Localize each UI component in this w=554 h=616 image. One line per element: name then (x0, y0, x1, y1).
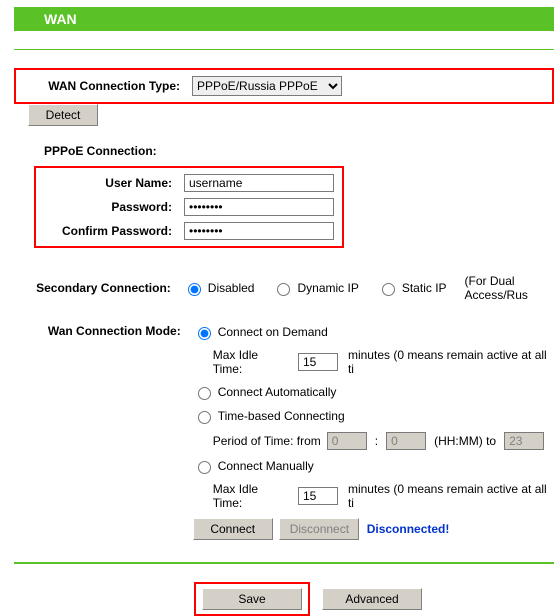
confirm-password-input[interactable] (184, 222, 334, 240)
wan-type-select[interactable]: PPPoE/Russia PPPoE (192, 76, 342, 96)
mode-time-radio[interactable] (198, 411, 211, 424)
period-to-input (386, 432, 426, 450)
wan-type-label: WAN Connection Type: (24, 79, 192, 93)
secondary-static-label: Static IP (402, 281, 447, 295)
mode-label: Wan Connection Mode: (14, 324, 193, 338)
secondary-static-item[interactable]: Static IP (377, 280, 447, 296)
mode-time-item[interactable]: Time-based Connecting (193, 408, 345, 424)
secondary-disabled-item[interactable]: Disabled (183, 280, 255, 296)
secondary-dynamic-label: Dynamic IP (297, 281, 358, 295)
save-highlight: Save (194, 582, 310, 616)
divider-top (14, 49, 554, 50)
confirm-password-label: Confirm Password: (44, 224, 184, 238)
idle-unit-2: minutes (0 means remain active at all ti (348, 482, 554, 510)
connection-status: Disconnected! (367, 522, 450, 536)
username-label: User Name: (44, 176, 184, 190)
secondary-note: (For Dual Access/Rus (465, 274, 554, 302)
connect-button[interactable]: Connect (193, 518, 273, 540)
max-idle-input-2[interactable] (298, 487, 338, 505)
mode-manual-radio[interactable] (198, 461, 211, 474)
period-hm-label: (HH:MM) to (434, 434, 496, 448)
mode-time-label: Time-based Connecting (218, 409, 345, 423)
mode-auto-item[interactable]: Connect Automatically (193, 384, 337, 400)
mode-manual-item[interactable]: Connect Manually (193, 458, 314, 474)
disconnect-button: Disconnect (279, 518, 359, 540)
password-label: Password: (44, 200, 184, 214)
secondary-radio-group: Disabled Dynamic IP Static IP (For Dual … (183, 274, 554, 302)
max-idle-label-1: Max Idle Time: (213, 348, 290, 376)
detect-button[interactable]: Detect (28, 104, 98, 126)
secondary-static-radio[interactable] (382, 283, 395, 296)
secondary-disabled-label: Disabled (208, 281, 255, 295)
wan-title: WAN (44, 11, 77, 27)
idle-unit-1: minutes (0 means remain active at all ti (348, 348, 554, 376)
secondary-disabled-radio[interactable] (188, 283, 201, 296)
mode-auto-label: Connect Automatically (218, 385, 337, 399)
mode-ondemand-label: Connect on Demand (218, 325, 328, 339)
period-label: Period of Time: from (213, 434, 321, 448)
pppoe-section-title: PPPoE Connection: (44, 144, 554, 158)
period-colon: : (375, 434, 378, 448)
mode-manual-label: Connect Manually (218, 459, 314, 473)
pppoe-highlight: User Name: Password: Confirm Password: (34, 166, 344, 248)
max-idle-label-2: Max Idle Time: (213, 482, 290, 510)
username-input[interactable] (184, 174, 334, 192)
save-button[interactable]: Save (202, 588, 302, 610)
secondary-dynamic-item[interactable]: Dynamic IP (272, 280, 358, 296)
secondary-label: Secondary Connection: (14, 281, 183, 295)
mode-ondemand-item[interactable]: Connect on Demand (193, 324, 328, 340)
wan-header: WAN (14, 7, 554, 31)
period-from-input (327, 432, 367, 450)
advanced-button[interactable]: Advanced (322, 588, 422, 610)
mode-block: Connect on Demand Max Idle Time: minutes… (193, 324, 554, 548)
wan-type-highlight: WAN Connection Type: PPPoE/Russia PPPoE (14, 68, 554, 104)
mode-ondemand-radio[interactable] (198, 327, 211, 340)
period-end-input (504, 432, 544, 450)
password-input[interactable] (184, 198, 334, 216)
secondary-dynamic-radio[interactable] (277, 283, 290, 296)
mode-auto-radio[interactable] (198, 387, 211, 400)
divider-bottom (14, 562, 554, 564)
footer-buttons: Save Advanced (194, 582, 554, 616)
max-idle-input-1[interactable] (298, 353, 338, 371)
